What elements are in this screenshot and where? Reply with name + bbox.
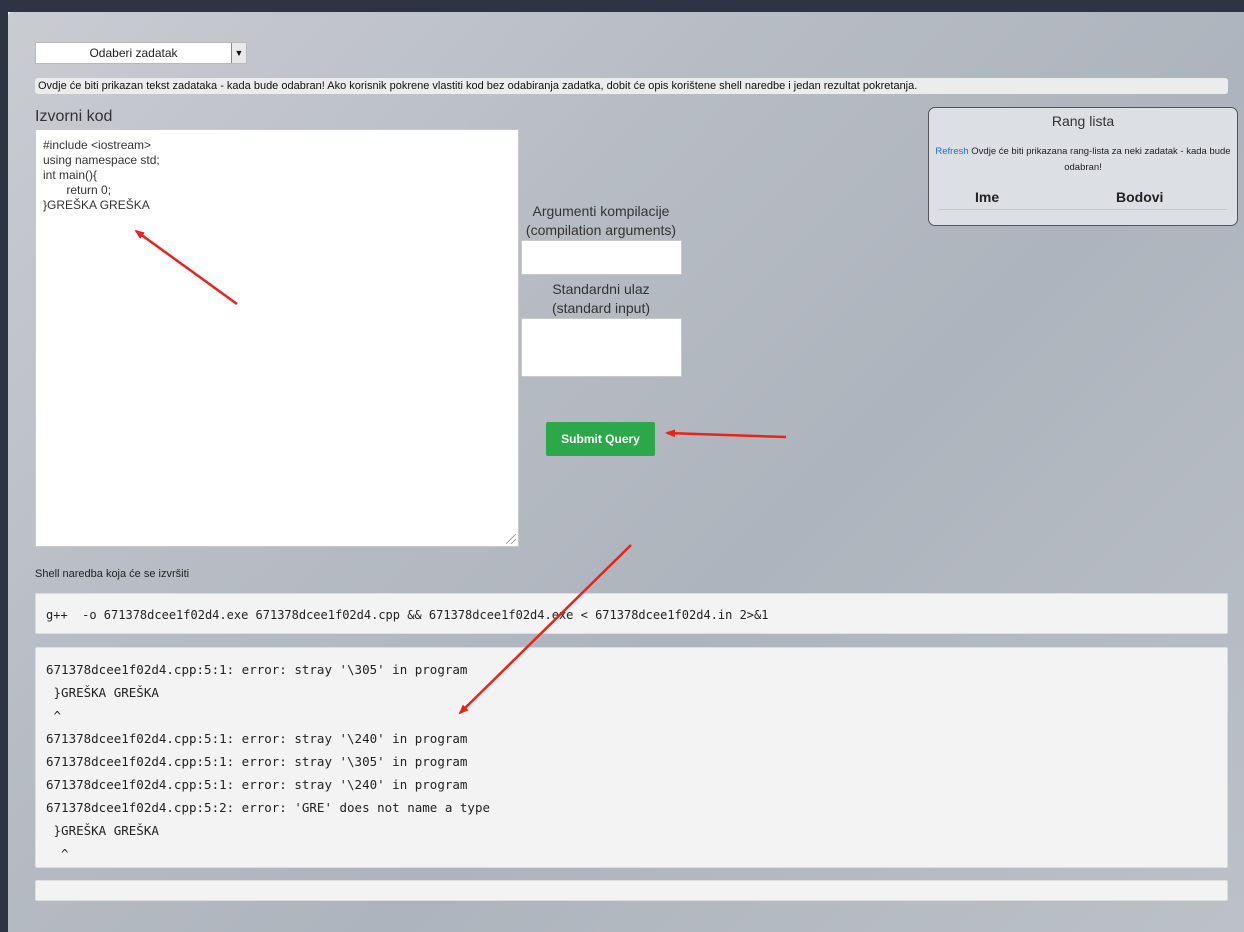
rank-list-message-block: Refresh Ovdje će biti prikazana rang-lis…	[931, 144, 1235, 176]
task-select[interactable]: Odaberi zadatak ▼	[35, 42, 247, 64]
code-line: using namespace std;	[43, 153, 160, 167]
resize-handle-icon[interactable]	[506, 534, 516, 544]
compile-args-label-line2: (compilation arguments)	[525, 222, 677, 238]
rank-column-points: Bodovi	[1116, 189, 1164, 205]
code-line: return 0;	[43, 183, 112, 197]
result-box-empty	[35, 880, 1228, 901]
rank-list-panel: Rang lista Refresh Ovdje će biti prikaza…	[928, 107, 1238, 226]
window-top-border	[8, 0, 1244, 12]
code-line: #include <iostream>	[43, 138, 152, 152]
task-select-value: Odaberi zadatak	[89, 46, 178, 60]
output-line: 671378dcee1f02d4.cpp:5:1: error: stray '…	[46, 754, 468, 769]
window-left-border	[0, 0, 8, 932]
stdin-textarea[interactable]	[521, 318, 682, 377]
output-line: }GREŠKA GREŠKA	[46, 823, 159, 838]
source-code-title: Izvorni kod	[35, 108, 113, 125]
output-line: ^	[46, 708, 62, 723]
output-line: ^	[46, 846, 69, 861]
stdin-label-line1: Standardni ulaz	[552, 281, 650, 297]
output-line: 671378dcee1f02d4.cpp:5:2: error: 'GRE' d…	[46, 800, 491, 815]
compile-args-label-line1: Argumenti kompilacije	[532, 203, 670, 219]
rank-list-message: Ovdje će biti prikazana rang-lista za ne…	[968, 146, 1231, 173]
compile-args-label: Argumenti kompilacije (compilation argum…	[520, 202, 682, 240]
rank-column-name: Ime	[975, 189, 1000, 205]
shell-command-label: Shell naredba koja će se izvršiti	[35, 568, 190, 580]
output-line: }GREŠKA GREŠKA	[46, 685, 159, 700]
submit-query-button[interactable]: Submit Query	[546, 422, 655, 456]
stdin-label-line2: (standard input)	[551, 300, 651, 316]
refresh-link[interactable]: Refresh	[935, 146, 968, 157]
code-line: }GREŠKA GREŠKA	[43, 198, 150, 212]
rank-list-title: Rang lista	[1051, 113, 1115, 129]
output-line: 671378dcee1f02d4.cpp:5:1: error: stray '…	[46, 777, 468, 792]
rank-divider	[939, 209, 1227, 210]
output-line: 671378dcee1f02d4.cpp:5:1: error: stray '…	[46, 731, 468, 746]
chevron-down-icon[interactable]: ▼	[231, 43, 246, 63]
task-description: Ovdje će biti prikazan tekst zadataka - …	[35, 78, 1228, 94]
shell-command-box: g++ -o 671378dcee1f02d4.exe 671378dcee1f…	[35, 593, 1228, 634]
compiler-output: 671378dcee1f02d4.cpp:5:1: error: stray '…	[35, 647, 1228, 868]
stdin-label: Standardni ulaz (standard input)	[520, 280, 682, 318]
source-code-editor[interactable]: #include <iostream> using namespace std;…	[35, 129, 519, 547]
compile-args-input[interactable]	[521, 240, 682, 275]
output-line: 671378dcee1f02d4.cpp:5:1: error: stray '…	[46, 662, 468, 677]
code-line: int main(){	[43, 168, 98, 182]
